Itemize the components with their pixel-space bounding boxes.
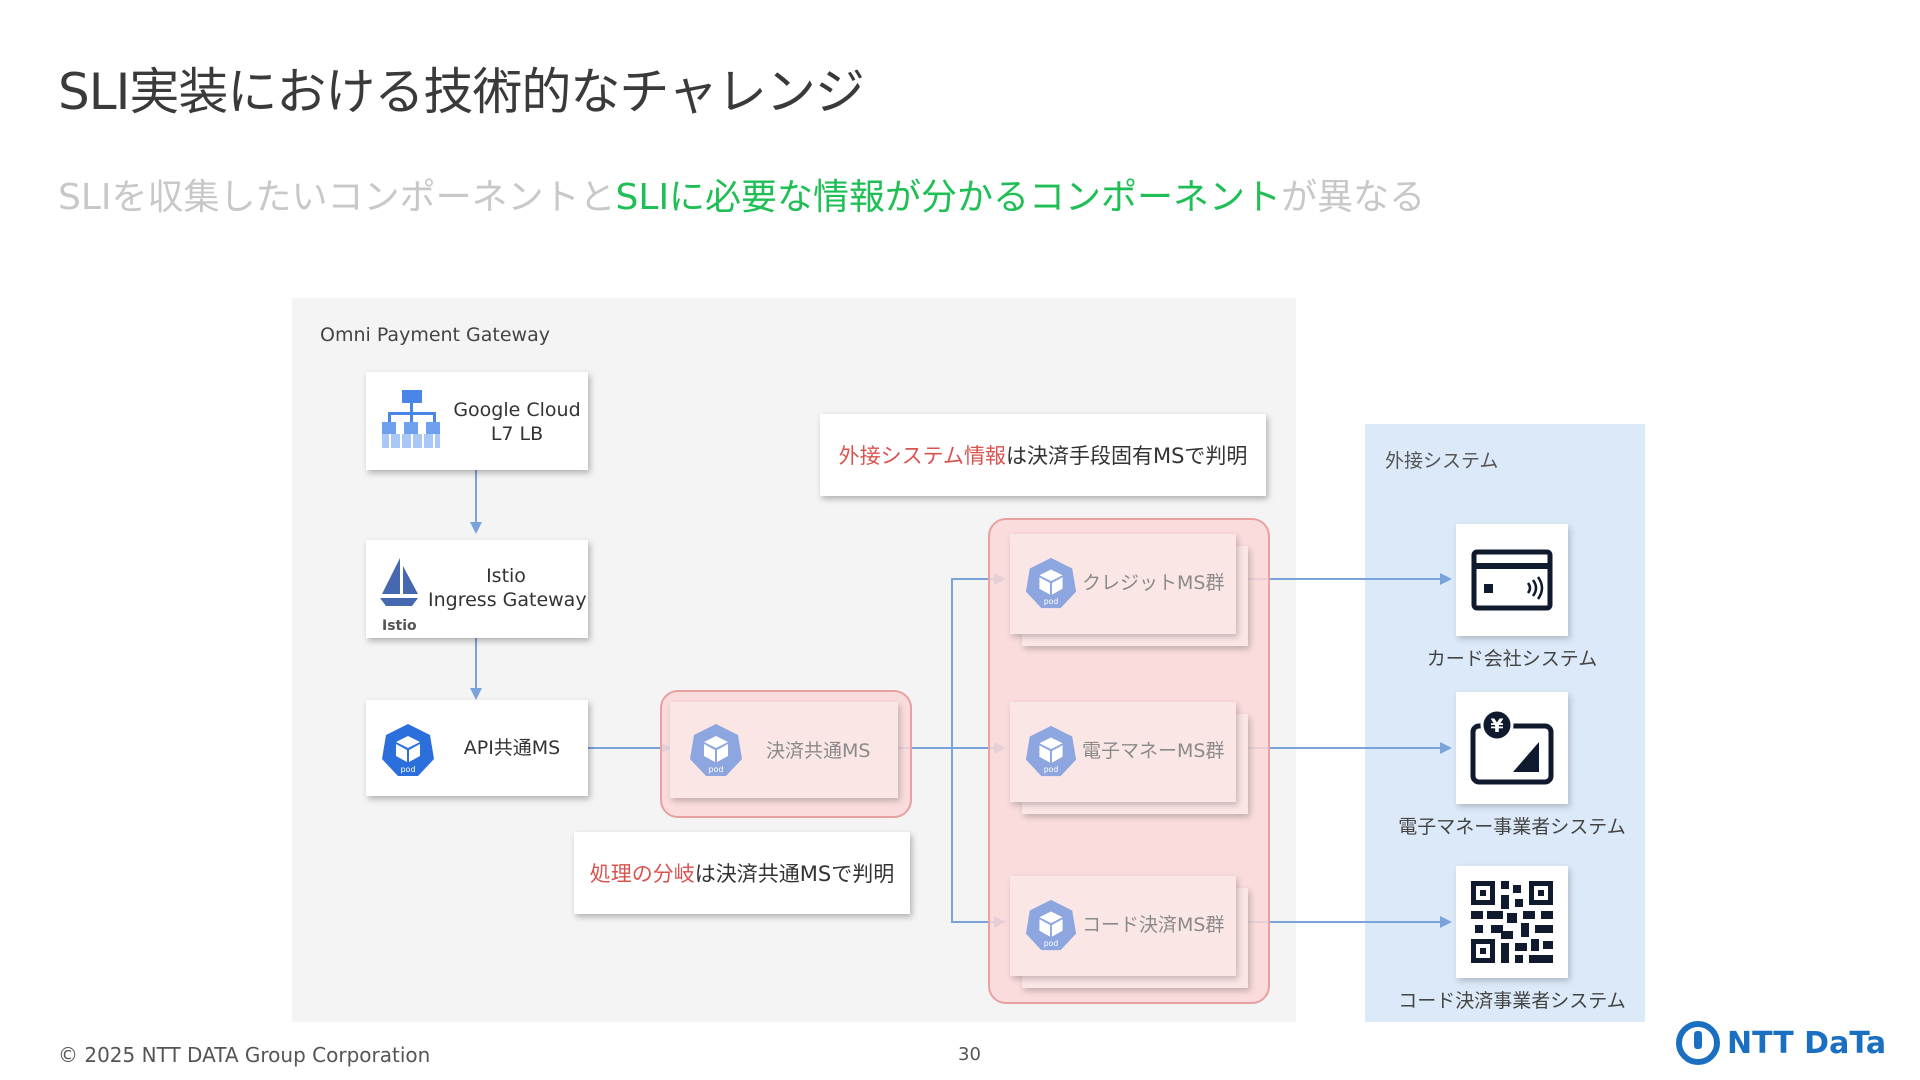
subtitle-highlight: SLIに必要な情報が分かるコンポーネント: [615, 177, 1282, 218]
svg-text:pod: pod: [1044, 765, 1059, 774]
svg-text:pod: pod: [1044, 597, 1059, 606]
note-external-info-rest: は決済手段固有MSで判明: [1005, 444, 1248, 468]
lb-label-line2: L7 LB: [490, 423, 544, 445]
card-company-box: [1456, 524, 1568, 636]
pod-icon: pod: [1025, 725, 1077, 777]
pod-icon: pod: [690, 724, 742, 776]
external-systems-label: 外接システム: [1385, 450, 1499, 472]
svg-text:pod: pod: [708, 765, 723, 774]
emoney-card-icon: ¥: [1470, 708, 1554, 785]
slide-title: SLI実装における技術的なチャレンジ: [58, 63, 865, 121]
emoney-provider-label: 電子マネー事業者システム: [1398, 816, 1626, 838]
istio-label-line1: Istio: [486, 565, 526, 587]
code-provider-box: [1456, 866, 1568, 978]
ntt-data-logo-icon: [1676, 1021, 1720, 1065]
note-branch-red: 処理の分岐: [589, 862, 695, 886]
ntt-data-logo-text: NTT DaTa: [1727, 1025, 1887, 1061]
slide-subtitle: SLIを収集したいコンポーネントとSLIに必要な情報が分かるコンポーネントが異な…: [58, 168, 1425, 220]
subtitle-part1: SLIを収集したいコンポーネントと: [58, 177, 616, 218]
code-ms-label: コード決済MS群: [1082, 914, 1225, 936]
copyright: © 2025 NTT DATA Group Corporation: [58, 1043, 431, 1067]
istio-logo-text: Istio: [382, 618, 417, 634]
note-external-info: 外接システム情報 は決済手段固有MSで判明: [820, 414, 1266, 496]
gateway-label: Omni Payment Gateway: [320, 324, 550, 346]
note-branch-rest: は決済共通MSで判明: [694, 862, 895, 886]
card-company-label: カード会社システム: [1426, 648, 1598, 670]
istio-sail-icon: [380, 558, 418, 606]
credit-ms-label: クレジットMS群: [1082, 572, 1225, 594]
emoney-ms-label: 電子マネーMS群: [1082, 740, 1225, 762]
load-balancer-icon: [382, 390, 440, 448]
lb-label: Google Cloud L7 LB: [452, 398, 582, 446]
code-provider-label: コード決済事業者システム: [1398, 990, 1626, 1012]
note-external-info-red: 外接システム情報: [838, 444, 1006, 468]
emoney-provider-box: ¥: [1456, 692, 1568, 804]
ntt-data-logo: NTT DaTa: [1675, 1020, 1886, 1066]
note-branch: 処理の分岐 は決済共通MSで判明: [574, 832, 910, 914]
page-number: 30: [958, 1044, 981, 1065]
pod-icon: pod: [1025, 899, 1077, 951]
api-common-ms-label: API共通MS: [463, 737, 561, 759]
credit-card-icon: [1471, 549, 1553, 611]
subtitle-part2: が異なる: [1281, 177, 1426, 218]
istio-label: Istio Ingress Gateway: [428, 564, 587, 612]
svg-text:¥: ¥: [1490, 715, 1503, 737]
kessai-common-ms-label: 決済共通MS: [766, 740, 871, 762]
svg-text:pod: pod: [400, 765, 415, 774]
svg-text:pod: pod: [1044, 939, 1059, 948]
pod-icon: pod: [382, 724, 434, 776]
pod-icon: pod: [1025, 557, 1077, 609]
qr-code-icon: [1471, 881, 1553, 963]
lb-label-line1: Google Cloud: [453, 399, 581, 421]
istio-label-line2: Ingress Gateway: [428, 589, 587, 611]
